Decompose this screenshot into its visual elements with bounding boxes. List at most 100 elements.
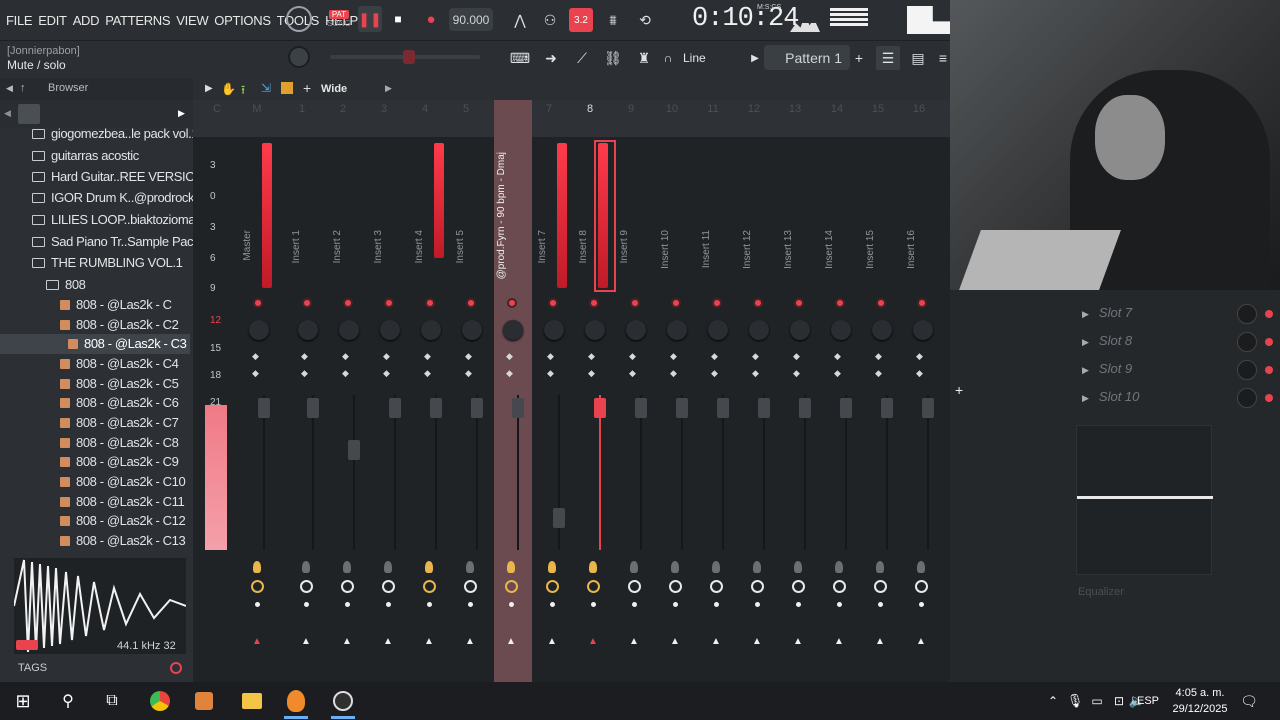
stereo-separation-icon[interactable]: ◆: [793, 351, 800, 361]
browser-back-icon[interactable]: ◀: [4, 108, 11, 119]
browser-file[interactable]: 808 - @Las2k - C12: [60, 513, 186, 528]
volume-fader-track[interactable]: [312, 395, 314, 550]
file-explorer-icon[interactable]: [241, 690, 263, 712]
pat-song-toggle[interactable]: PAT SONG: [324, 5, 354, 33]
volume-fader-track[interactable]: [435, 395, 437, 550]
stereo-swap-icon[interactable]: ◆: [875, 368, 882, 379]
slot-7[interactable]: ▶ Slot 7: [1082, 305, 1132, 320]
volume-fader-track[interactable]: [927, 395, 929, 550]
stereo-separation-icon[interactable]: ◆: [547, 351, 554, 361]
link-icon[interactable]: ⛓: [601, 46, 625, 70]
route-indicator-dot[interactable]: [466, 298, 476, 308]
mute-light-icon[interactable]: [425, 561, 433, 573]
track-phase-icon[interactable]: [915, 580, 928, 593]
slot-8[interactable]: ▶ Slot 8: [1082, 333, 1132, 348]
pause-button[interactable]: ❚❚: [358, 6, 382, 32]
pan-knob[interactable]: [544, 320, 564, 340]
stereo-swap-icon[interactable]: ◆: [424, 368, 431, 379]
track-phase-icon[interactable]: [300, 580, 313, 593]
pan-knob[interactable]: [339, 320, 359, 340]
track-send-arrow-icon[interactable]: ▲: [465, 636, 475, 647]
menu-patterns[interactable]: PATTERNS: [105, 13, 170, 28]
track-send-arrow-icon[interactable]: ▲: [629, 636, 639, 647]
cpu-badge[interactable]: 3.2: [569, 8, 593, 32]
route-indicator-dot[interactable]: [753, 298, 763, 308]
browser-file[interactable]: 808 - @Las2k - C3: [68, 336, 187, 351]
browser-file[interactable]: 808 - @Las2k - C9: [60, 454, 179, 469]
stereo-separation-icon[interactable]: ◆: [629, 351, 636, 361]
pan-knob[interactable]: [585, 320, 605, 340]
browser-file[interactable]: 808 - @Las2k - C2: [60, 317, 179, 332]
mixer-play-icon[interactable]: ▶: [205, 83, 213, 94]
volume-fader-track[interactable]: [804, 395, 806, 550]
slot-knob[interactable]: [1237, 360, 1257, 380]
route-indicator-dot[interactable]: [425, 298, 435, 308]
pan-knob[interactable]: [462, 320, 482, 340]
tags-label[interactable]: TAGS: [18, 662, 47, 674]
volume-fader-handle[interactable]: [307, 398, 319, 418]
mute-light-icon[interactable]: [917, 561, 925, 573]
slot-9[interactable]: ▶ Slot 9: [1082, 361, 1132, 376]
track-send-arrow-icon[interactable]: ▲: [252, 636, 262, 647]
browser-options-icon[interactable]: [18, 104, 40, 124]
browser-folder[interactable]: THE RUMBLING VOL.1: [32, 255, 183, 270]
pattern-selector[interactable]: Pattern 1: [764, 45, 850, 70]
windows-start-icon[interactable]: ⊞: [12, 690, 34, 712]
menu-options[interactable]: OPTIONS: [214, 13, 271, 28]
track-phase-icon[interactable]: [382, 580, 395, 593]
track-phase-icon[interactable]: [833, 580, 846, 593]
track-phase-icon[interactable]: [423, 580, 436, 593]
track-phase-icon[interactable]: [792, 580, 805, 593]
mixer-color-icon[interactable]: [281, 82, 293, 94]
stereo-separation-icon[interactable]: ◆: [875, 351, 882, 361]
track-phase-icon[interactable]: [587, 580, 600, 593]
menu-view[interactable]: VIEW: [176, 13, 208, 28]
pan-knob[interactable]: [503, 320, 523, 340]
stereo-swap-icon[interactable]: ◆: [252, 368, 259, 379]
volume-fader-handle[interactable]: [258, 398, 270, 418]
stereo-swap-icon[interactable]: ◆: [383, 368, 390, 379]
mute-light-icon[interactable]: [384, 561, 392, 573]
stereo-swap-icon[interactable]: ◆: [793, 368, 800, 379]
pattern-prev-icon[interactable]: ▶: [748, 46, 762, 70]
volume-fader-track[interactable]: [353, 395, 355, 550]
menu-add[interactable]: ADD: [73, 13, 100, 28]
mute-light-icon[interactable]: [835, 561, 843, 573]
volume-fader-track[interactable]: [517, 395, 519, 550]
browser-file[interactable]: 808 - @Las2k - C11: [60, 494, 185, 509]
volume-fader-handle[interactable]: [840, 398, 852, 418]
stereo-swap-icon[interactable]: ◆: [629, 368, 636, 379]
volume-fader-handle[interactable]: [717, 398, 729, 418]
track-send-arrow-icon[interactable]: ▲: [383, 636, 393, 647]
track-send-arrow-icon[interactable]: ▲: [342, 636, 352, 647]
track-send-arrow-icon[interactable]: ▲: [875, 636, 885, 647]
route-indicator-dot[interactable]: [671, 298, 681, 308]
volume-fader-handle[interactable]: [881, 398, 893, 418]
mute-light-icon[interactable]: [630, 561, 638, 573]
route-indicator-dot[interactable]: [589, 298, 599, 308]
slot-knob[interactable]: [1237, 388, 1257, 408]
stereo-separation-icon[interactable]: ◆: [670, 351, 677, 361]
browser-folder[interactable]: guitarras acostic: [32, 148, 139, 163]
pan-knob[interactable]: [626, 320, 646, 340]
tray-chevron-icon[interactable]: ⌃: [1042, 690, 1064, 712]
browser-file[interactable]: 808 - @Las2k - C6: [60, 395, 179, 410]
slider-handle[interactable]: [403, 50, 415, 64]
volume-fader-handle[interactable]: [799, 398, 811, 418]
stereo-swap-icon[interactable]: ◆: [342, 368, 349, 379]
notification-icon[interactable]: 🗨: [1238, 690, 1260, 712]
browser-folder[interactable]: Sad Piano Tr..Sample Pack: [32, 234, 200, 249]
track-send-arrow-icon[interactable]: ▲: [506, 636, 516, 647]
search-icon[interactable]: [170, 662, 182, 674]
route-indicator-dot[interactable]: [343, 298, 353, 308]
stereo-swap-icon[interactable]: ◆: [834, 368, 841, 379]
stereo-separation-icon[interactable]: ◆: [383, 351, 390, 361]
task-view-icon[interactable]: ⧉: [101, 690, 123, 712]
loop-record-icon[interactable]: ⟲: [633, 8, 657, 32]
piano-roll-icon[interactable]: ▤: [906, 46, 930, 70]
volume-fader-handle[interactable]: [348, 440, 360, 460]
volume-fader-track[interactable]: [394, 395, 396, 550]
route-indicator-dot[interactable]: [835, 298, 845, 308]
menu-edit[interactable]: EDIT: [38, 13, 67, 28]
mute-light-icon[interactable]: [671, 561, 679, 573]
